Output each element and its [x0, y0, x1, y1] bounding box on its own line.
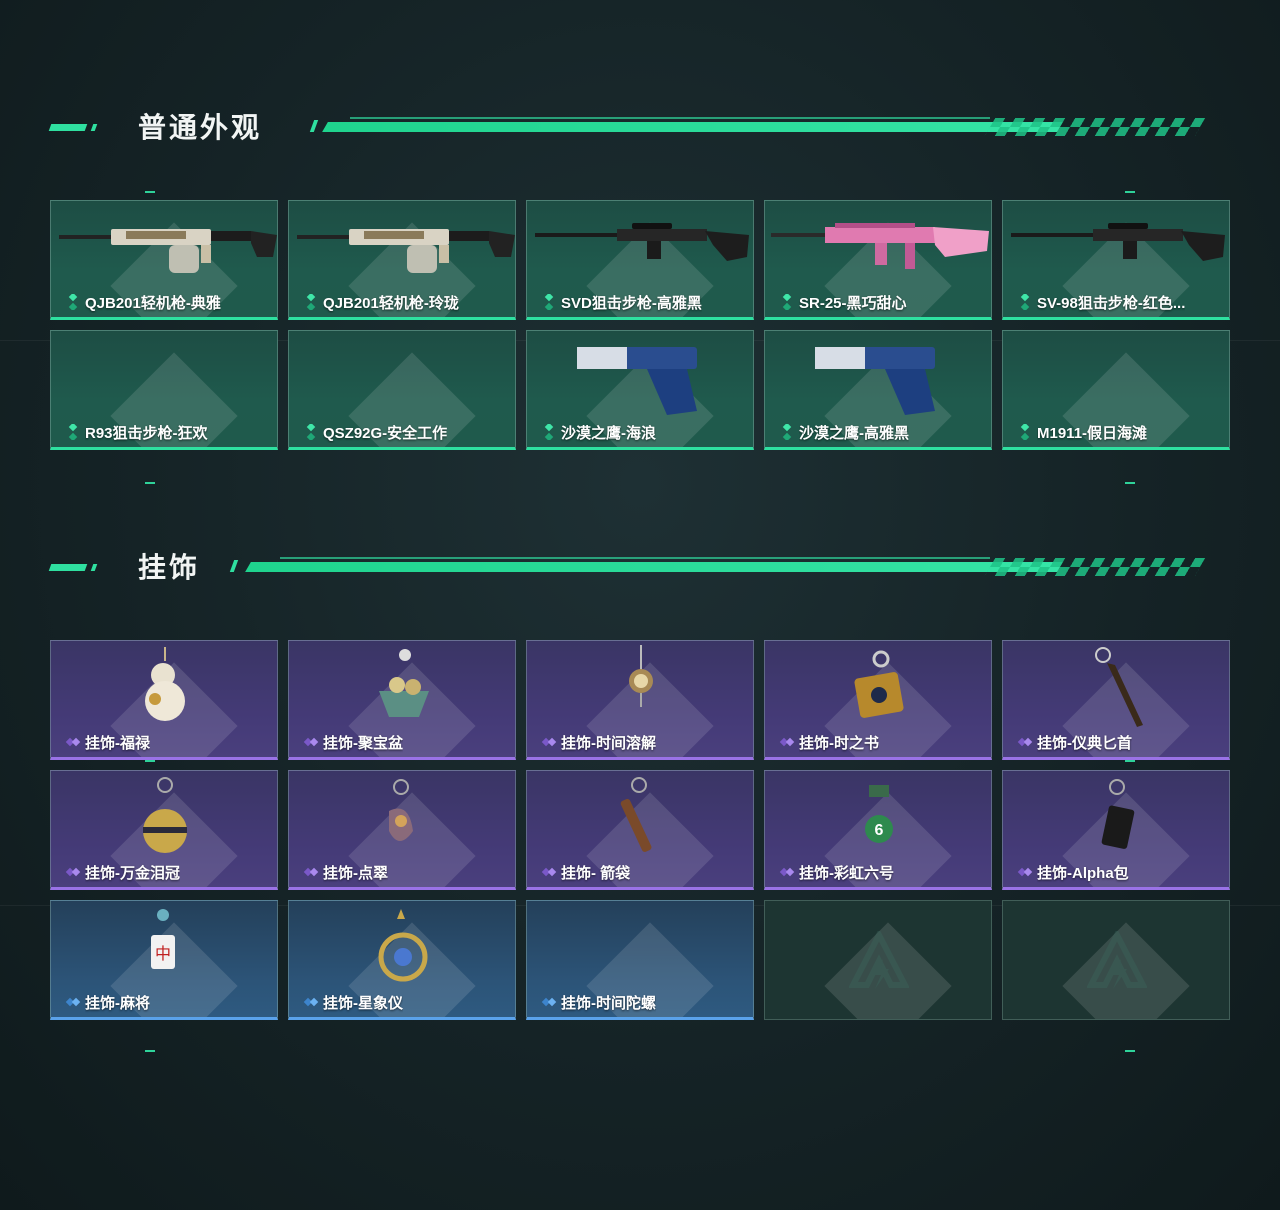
item-label: 挂饰-福禄: [85, 735, 150, 752]
rarity-diamond-icon: [779, 422, 795, 442]
rarity-diamond-icon: [1017, 734, 1033, 750]
item-label: 挂饰-时之书: [799, 735, 879, 752]
item-card[interactable]: 挂饰-Alpha包: [1002, 770, 1230, 890]
frame-tick: [1125, 482, 1135, 484]
header-checker-pattern: [984, 118, 1206, 136]
item-card[interactable]: QSZ92G-安全工作: [288, 330, 516, 450]
header-line: [350, 117, 990, 119]
item-label: 挂饰-麻将: [85, 995, 150, 1012]
rarity-diamond-icon: [541, 994, 557, 1010]
item-label: 挂饰-时间陀螺: [561, 995, 656, 1012]
rarity-diamond-icon: [303, 292, 319, 312]
item-card[interactable]: SR-25-黑巧甜心: [764, 200, 992, 320]
rarity-diamond-icon: [65, 994, 81, 1010]
item-label: 挂饰-仪典匕首: [1037, 735, 1132, 752]
item-label: SR-25-黑巧甜心: [799, 295, 907, 312]
placeholder-logo-icon: [848, 928, 910, 991]
rarity-diamond-icon: [541, 292, 557, 312]
rarity-diamond-icon: [1017, 292, 1033, 312]
item-card[interactable]: SV-98狙击步枪-红色...: [1002, 200, 1230, 320]
item-card[interactable]: 中挂饰-麻将: [50, 900, 278, 1020]
rarity-diamond-icon: [303, 422, 319, 442]
item-card[interactable]: 挂饰-时间陀螺: [526, 900, 754, 1020]
item-card[interactable]: 挂饰-聚宝盆: [288, 640, 516, 760]
frame-tick: [1125, 191, 1135, 193]
item-card[interactable]: 挂饰-福禄: [50, 640, 278, 760]
item-card[interactable]: 挂饰-时之书: [764, 640, 992, 760]
item-card[interactable]: M1911-假日海滩: [1002, 330, 1230, 450]
item-label: 挂饰- 箭袋: [561, 865, 631, 882]
section-header-skins: 普通外观: [48, 108, 1206, 148]
skins-grid: QJB201轻机枪-典雅 QJB201轻机枪-玲珑 SVD狙击步枪-高雅黑 SR-25…: [50, 200, 1230, 450]
header-accent-dash: [48, 124, 88, 131]
empty-slot: [1002, 900, 1230, 1020]
header-accent-slash: [309, 120, 319, 132]
header-accent-dash: [90, 124, 98, 131]
item-label: SVD狙击步枪-高雅黑: [561, 295, 702, 312]
item-label: 沙漠之鹰-高雅黑: [799, 425, 909, 442]
charms-grid: 挂饰-福禄 挂饰-聚宝盆 挂饰-时间溶解 挂饰-时之书 挂饰-仪典匕首 挂饰-万金泪冠 挂饰…: [50, 640, 1230, 1020]
rarity-diamond-icon: [779, 864, 795, 880]
item-card[interactable]: 挂饰-时间溶解: [526, 640, 754, 760]
rarity-diamond-icon: [541, 864, 557, 880]
rarity-diamond-icon: [779, 734, 795, 750]
item-label: 沙漠之鹰-海浪: [561, 425, 656, 442]
rarity-diamond-icon: [541, 422, 557, 442]
item-label: R93狙击步枪-狂欢: [85, 425, 208, 442]
rarity-diamond-icon: [1017, 864, 1033, 880]
item-label: 挂饰-万金泪冠: [85, 865, 180, 882]
item-card[interactable]: 挂饰-星象仪: [288, 900, 516, 1020]
rarity-diamond-icon: [65, 864, 81, 880]
item-card[interactable]: R93狙击步枪-狂欢: [50, 330, 278, 450]
item-label: SV-98狙击步枪-红色...: [1037, 295, 1186, 312]
item-card[interactable]: 挂饰-仪典匕首: [1002, 640, 1230, 760]
rarity-diamond-icon: [1017, 422, 1033, 442]
item-card[interactable]: QJB201轻机枪-玲珑: [288, 200, 516, 320]
section-title: 普通外观: [138, 112, 263, 143]
item-card[interactable]: SVD狙击步枪-高雅黑: [526, 200, 754, 320]
svg-text:6: 6: [875, 822, 884, 839]
item-card[interactable]: 挂饰- 箭袋: [526, 770, 754, 890]
placeholder-logo-icon: [1086, 928, 1148, 991]
rarity-diamond-icon: [779, 292, 795, 312]
frame-tick: [145, 191, 155, 193]
frame-tick: [1125, 1050, 1135, 1052]
rarity-diamond-icon: [65, 734, 81, 750]
item-card[interactable]: 沙漠之鹰-海浪: [526, 330, 754, 450]
header-progress-bar: [245, 562, 1063, 572]
svg-text:中: 中: [155, 944, 171, 963]
item-card[interactable]: 沙漠之鹰-高雅黑: [764, 330, 992, 450]
rarity-diamond-icon: [541, 734, 557, 750]
item-label: 挂饰-时间溶解: [561, 735, 656, 752]
header-accent-dash: [90, 564, 98, 571]
section-header-charms: 挂饰: [48, 548, 1206, 588]
item-label: QJB201轻机枪-典雅: [85, 295, 221, 312]
item-label: 挂饰-点翠: [323, 865, 388, 882]
rarity-diamond-icon: [65, 292, 81, 312]
header-progress-bar: [322, 122, 1063, 132]
header-line: [280, 557, 990, 559]
rarity-diamond-icon: [303, 864, 319, 880]
item-label: 挂饰-星象仪: [323, 995, 403, 1012]
item-card[interactable]: QJB201轻机枪-典雅: [50, 200, 278, 320]
section-title: 挂饰: [138, 552, 201, 583]
rarity-diamond-icon: [303, 734, 319, 750]
item-label: M1911-假日海滩: [1037, 425, 1148, 442]
item-card[interactable]: 挂饰-点翠: [288, 770, 516, 890]
header-accent-slash: [229, 560, 239, 572]
item-label: QSZ92G-安全工作: [323, 425, 448, 442]
item-label: QJB201轻机枪-玲珑: [323, 295, 459, 312]
item-label: 挂饰-聚宝盆: [323, 735, 403, 752]
item-label: 挂饰-Alpha包: [1037, 865, 1129, 882]
item-card[interactable]: 挂饰-万金泪冠: [50, 770, 278, 890]
item-card[interactable]: 6 挂饰-彩虹六号: [764, 770, 992, 890]
item-label: 挂饰-彩虹六号: [799, 865, 894, 882]
rarity-diamond-icon: [65, 422, 81, 442]
header-checker-pattern: [984, 558, 1206, 576]
frame-tick: [145, 1050, 155, 1052]
rarity-diamond-icon: [303, 994, 319, 1010]
header-accent-dash: [48, 564, 88, 571]
empty-slot: [764, 900, 992, 1020]
frame-tick: [145, 482, 155, 484]
